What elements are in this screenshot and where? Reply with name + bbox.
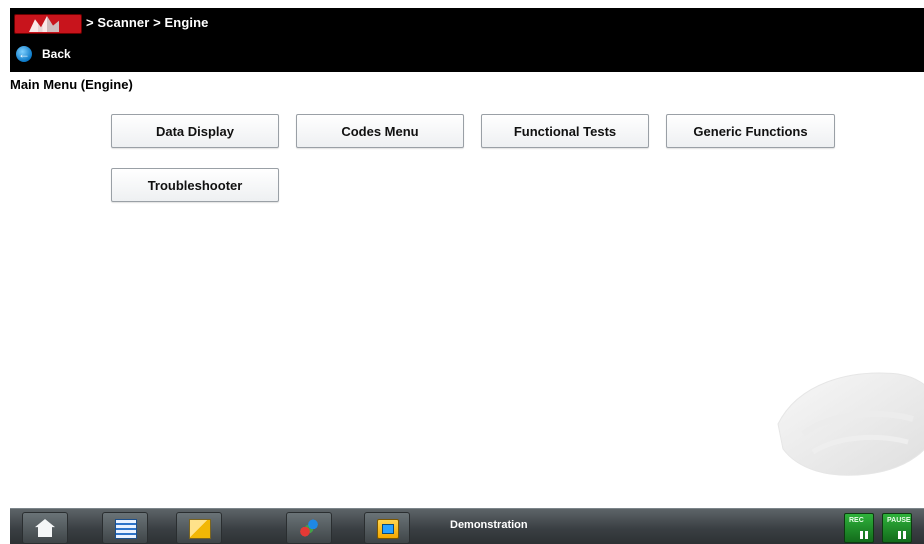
- list-button[interactable]: [102, 512, 148, 544]
- codes-menu-button[interactable]: Codes Menu: [296, 114, 464, 148]
- pause-button[interactable]: PAUSE: [882, 513, 912, 543]
- monitor-button[interactable]: [364, 512, 410, 544]
- page-title: Main Menu (Engine): [10, 77, 133, 92]
- car-icon: [299, 519, 319, 537]
- document-icon: [189, 519, 211, 539]
- home-icon: [35, 519, 55, 537]
- generic-functions-button[interactable]: Generic Functions: [666, 114, 835, 148]
- back-arrow-icon: ←: [16, 46, 32, 62]
- status-text: Demonstration: [450, 519, 528, 531]
- data-display-button[interactable]: Data Display: [111, 114, 279, 148]
- scanner-app-icon[interactable]: [14, 14, 82, 34]
- record-label: REC: [849, 517, 864, 524]
- engine-watermark-icon: [777, 372, 924, 476]
- record-button[interactable]: REC: [844, 513, 874, 543]
- record-icon: [860, 531, 870, 539]
- breadcrumb: > Scanner > Engine: [86, 15, 209, 30]
- list-icon: [115, 519, 137, 539]
- pause-icon: [898, 531, 908, 539]
- functional-tests-button[interactable]: Functional Tests: [481, 114, 649, 148]
- back-label: Back: [42, 47, 71, 61]
- back-button[interactable]: ← Back: [16, 44, 71, 64]
- document-button[interactable]: [176, 512, 222, 544]
- tool-icon: [29, 16, 59, 32]
- top-bar: > Scanner > Engine ← Back: [10, 8, 924, 72]
- vehicle-button[interactable]: [286, 512, 332, 544]
- home-button[interactable]: [22, 512, 68, 544]
- troubleshooter-button[interactable]: Troubleshooter: [111, 168, 279, 202]
- app-window: > Scanner > Engine ← Back Main Menu (Eng…: [10, 8, 924, 544]
- pause-label: PAUSE: [887, 517, 911, 524]
- monitor-icon: [377, 519, 399, 539]
- taskbar: Demonstration REC PAUSE: [10, 508, 924, 544]
